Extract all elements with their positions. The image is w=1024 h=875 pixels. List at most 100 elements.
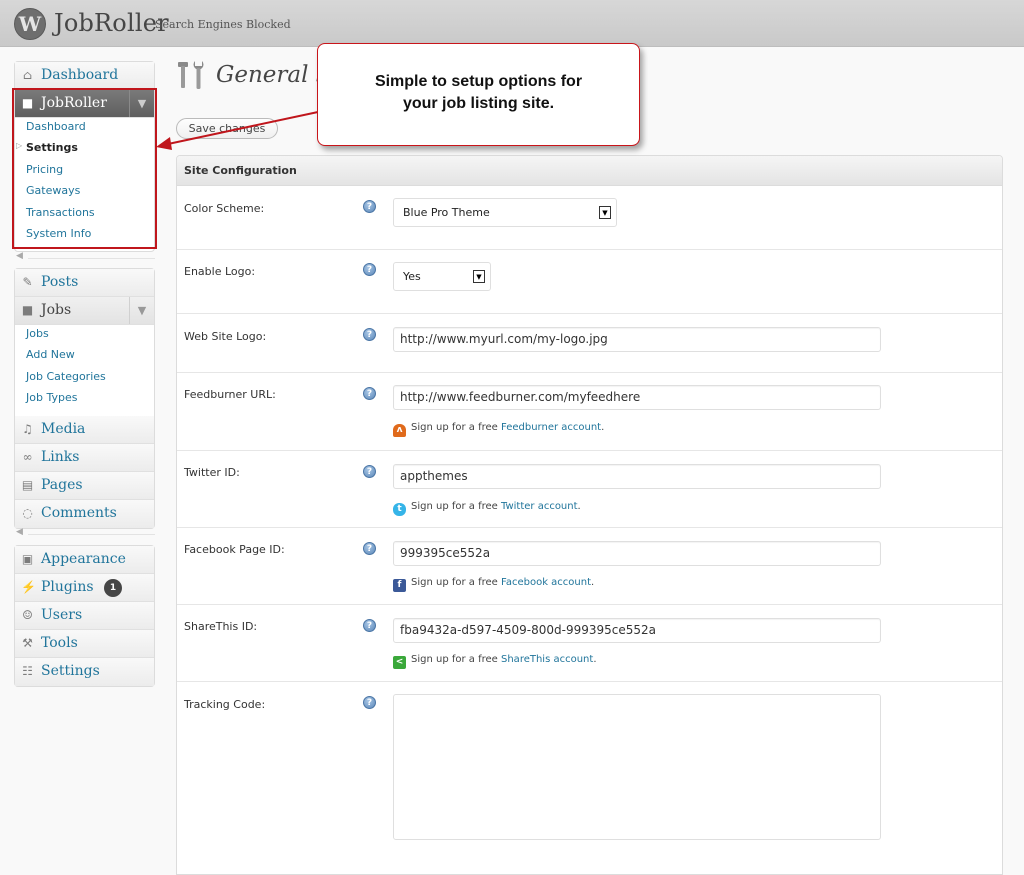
submenu-add-new[interactable]: Add New — [15, 348, 154, 369]
facebook-signup-text: f Sign up for a free Facebook account. — [393, 575, 595, 592]
panel-heading: Site Configuration — [177, 156, 1002, 186]
menu-jobroller-label: JobRoller — [41, 95, 107, 111]
sharethis-icon: < — [393, 656, 406, 669]
web-site-logo-label: Web Site Logo: — [184, 330, 267, 343]
twitter-bird-icon: t — [393, 503, 406, 516]
feedburner-account-link[interactable]: Feedburner account — [501, 422, 601, 433]
signup-suffix: . — [577, 501, 581, 512]
twitter-id-label: Twitter ID: — [184, 466, 240, 479]
twitter-account-link[interactable]: Twitter account — [501, 501, 578, 512]
help-icon[interactable]: ? — [363, 542, 376, 555]
menu-posts[interactable]: ✎ Posts — [15, 269, 154, 297]
twitter-id-row: Twitter ID: ? appthemes t Sign up for a f… — [177, 451, 1002, 528]
menu-settings[interactable]: ☷ Settings — [15, 658, 154, 686]
menu-settings-label: Settings — [41, 663, 100, 679]
menu-tools[interactable]: ⚒ Tools — [15, 630, 154, 658]
users-icon: ☺ — [22, 608, 33, 622]
callout-box: Simple to setup options for your job lis… — [317, 43, 640, 146]
menu-appearance[interactable]: ▣ Appearance — [15, 546, 154, 574]
link-chain-icon: ∞ — [22, 449, 33, 464]
menu-dashboard-label: Dashboard — [41, 67, 119, 83]
pages-icon: ▤ — [21, 477, 34, 492]
menu-jobroller[interactable]: ■ JobRoller ▼ — [15, 90, 154, 118]
submenu-jobroller-gateways[interactable]: Gateways — [15, 184, 154, 205]
submenu-job-categories[interactable]: Job Categories — [15, 370, 154, 391]
tracking-code-label: Tracking Code: — [184, 698, 266, 711]
color-scheme-value: Blue Pro Theme — [403, 206, 490, 219]
submenu-jobroller-pricing[interactable]: Pricing — [15, 163, 154, 184]
help-icon[interactable]: ? — [363, 328, 376, 341]
twitter-id-input[interactable]: appthemes — [393, 464, 881, 489]
save-changes-button[interactable]: Save changes — [176, 118, 278, 139]
admin-menu-group-1: ⌂ Dashboard ■ JobRoller ▼ Dashboard ▷ Se… — [14, 61, 155, 253]
media-icon: ♫ — [22, 421, 33, 436]
dropdown-arrow-icon[interactable]: ▼ — [599, 206, 611, 219]
menu-plugins[interactable]: ⚡ Plugins 1 — [15, 574, 154, 602]
menu-jobs-label: Jobs — [41, 302, 72, 318]
admin-menu-group-3: ▣ Appearance ⚡ Plugins 1 ☺ Users ⚒ Tools… — [14, 545, 155, 687]
submenu-settings-label: Settings — [26, 141, 78, 155]
color-scheme-row: Color Scheme: ? Blue Pro Theme ▼ — [177, 186, 1002, 250]
dashboard-icon: ⌂ — [22, 68, 33, 82]
menu-links[interactable]: ∞ Links — [15, 443, 154, 472]
menu-pages[interactable]: ▤ Pages — [15, 471, 154, 500]
facebook-page-id-label: Facebook Page ID: — [184, 543, 285, 556]
site-title[interactable]: JobRoller — [54, 9, 169, 37]
menu-comments[interactable]: ◌ Comments — [15, 499, 154, 528]
signup-suffix: . — [591, 577, 595, 588]
menu-media[interactable]: ♫ Media — [15, 415, 154, 444]
plugin-update-count-badge: 1 — [104, 579, 123, 597]
facebook-account-link[interactable]: Facebook account — [501, 577, 591, 588]
tools-icon — [178, 61, 204, 89]
menu-dashboard[interactable]: ⌂ Dashboard — [15, 62, 154, 90]
signup-suffix: . — [593, 654, 597, 665]
web-site-logo-row: Web Site Logo: ? http://www.myurl.com/my… — [177, 314, 1002, 373]
search-engines-blocked-notice[interactable]: Search Engines Blocked — [155, 18, 291, 31]
submenu-jobroller-dashboard[interactable]: Dashboard — [15, 120, 154, 141]
menu-toggle-chevron-icon[interactable]: ▼ — [129, 297, 154, 324]
sharethis-account-link[interactable]: ShareThis account — [501, 654, 593, 665]
feedburner-signup-text: ʌ Sign up for a free Feedburner account. — [393, 420, 604, 437]
tracking-code-textarea[interactable] — [393, 694, 881, 840]
signup-prefix: Sign up for a free — [411, 654, 498, 665]
help-icon[interactable]: ? — [363, 465, 376, 478]
menu-users-label: Users — [41, 607, 83, 623]
sharethis-id-label: ShareThis ID: — [184, 620, 258, 633]
submenu-job-types[interactable]: Job Types — [15, 391, 154, 412]
menu-pages-label: Pages — [41, 476, 83, 493]
signup-prefix: Sign up for a free — [411, 577, 498, 588]
menu-toggle-chevron-icon[interactable]: ▼ — [129, 90, 154, 117]
sharethis-id-input[interactable]: fba9432a-d597-4509-800d-999395ce552a — [393, 618, 881, 643]
help-icon[interactable]: ? — [363, 263, 376, 276]
help-icon[interactable]: ? — [363, 696, 376, 709]
web-site-logo-input[interactable]: http://www.myurl.com/my-logo.jpg — [393, 327, 881, 352]
enable-logo-value: Yes — [403, 270, 421, 283]
facebook-page-id-input[interactable]: 999395ce552a — [393, 541, 881, 566]
admin-menu-group-2: ✎ Posts ■ Jobs ▼ Jobs Add New Job Catego… — [14, 268, 155, 529]
signup-prefix: Sign up for a free — [411, 501, 498, 512]
help-icon[interactable]: ? — [363, 200, 376, 213]
feedburner-url-input[interactable]: http://www.feedburner.com/myfeedhere — [393, 385, 881, 410]
submenu-jobroller-settings[interactable]: ▷ Settings — [15, 141, 154, 162]
help-icon[interactable]: ? — [363, 619, 376, 632]
site-configuration-panel: Site Configuration Color Scheme: ? Blue … — [176, 155, 1003, 875]
wordpress-logo-icon[interactable]: W — [14, 8, 46, 40]
menu-separator[interactable]: ◀ — [14, 251, 155, 262]
color-scheme-select[interactable]: Blue Pro Theme ▼ — [393, 198, 617, 227]
dropdown-arrow-icon[interactable]: ▼ — [473, 270, 485, 283]
menu-users[interactable]: ☺ Users — [15, 602, 154, 630]
feedburner-url-row: Feedburner URL: ? http://www.feedburner.… — [177, 373, 1002, 451]
pushpin-icon: ✎ — [22, 275, 33, 289]
callout-line-1: Simple to setup options for — [374, 73, 583, 90]
enable-logo-select[interactable]: Yes ▼ — [393, 262, 491, 291]
submenu-jobs[interactable]: Jobs — [15, 327, 154, 348]
menu-separator[interactable]: ◀ — [14, 527, 155, 538]
help-icon[interactable]: ? — [363, 387, 376, 400]
submenu-jobroller-system-info[interactable]: System Info — [15, 227, 154, 248]
briefcase-icon: ■ — [21, 303, 34, 317]
current-page-arrow-icon: ▷ — [16, 141, 23, 151]
submenu-jobroller-transactions[interactable]: Transactions — [15, 206, 154, 227]
menu-jobs[interactable]: ■ Jobs ▼ — [15, 297, 154, 325]
facebook-icon: f — [393, 579, 406, 592]
appearance-icon: ▣ — [21, 552, 34, 566]
